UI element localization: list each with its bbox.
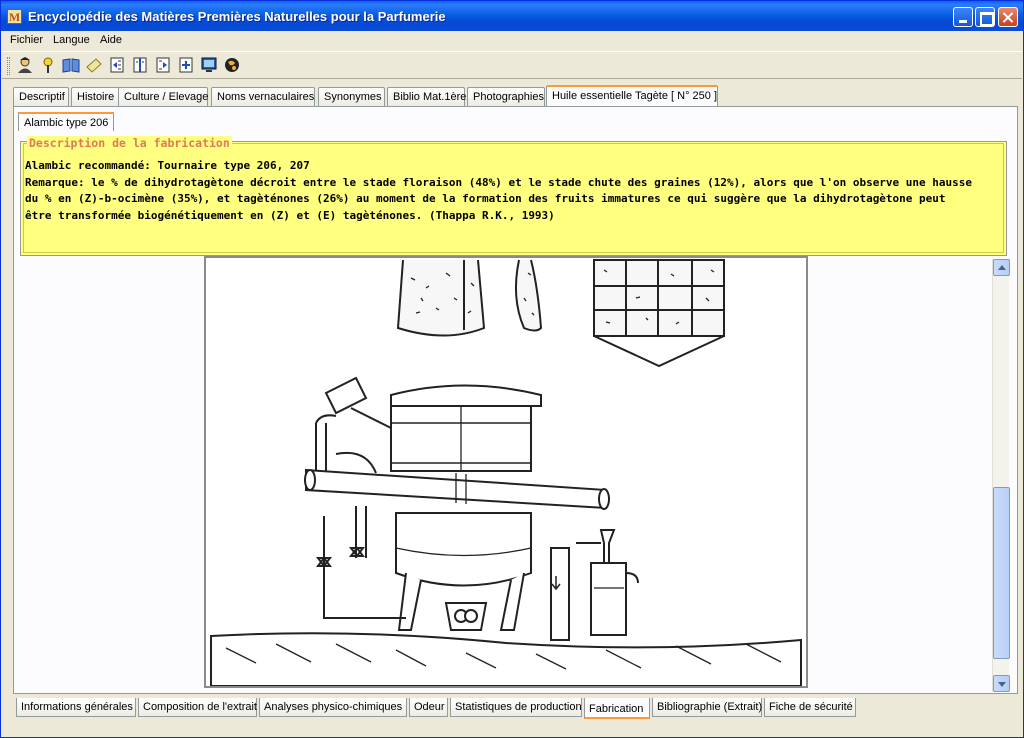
maximize-button[interactable] — [975, 7, 995, 27]
tab-descriptif[interactable]: Descriptif — [13, 87, 69, 106]
tab-bibliographie-extrait[interactable]: Bibliographie (Extrait) — [652, 698, 762, 717]
menu-aide[interactable]: Aide — [100, 34, 122, 46]
vertical-scrollbar[interactable] — [992, 259, 1010, 692]
menu-fichier[interactable]: Fichier — [10, 34, 43, 46]
tab-huile-essentielle[interactable]: Huile essentielle Tagète [ N° 250 ] — [546, 85, 718, 106]
pin-icon[interactable] — [39, 56, 57, 74]
scroll-thumb[interactable] — [993, 487, 1010, 659]
tab-biblio-mat[interactable]: Biblio Mat.1ère — [387, 87, 466, 106]
alembic-drawing — [210, 259, 802, 686]
close-button[interactable] — [998, 7, 1018, 27]
toolbar-grip[interactable] — [7, 57, 10, 75]
user-icon[interactable] — [16, 56, 34, 74]
description-line: être transformée biogénétiquement en (Z)… — [25, 208, 555, 222]
tab-composition-extrait[interactable]: Composition de l'extrait — [138, 698, 257, 717]
minimize-button[interactable] — [953, 7, 973, 27]
page-add-icon[interactable] — [177, 56, 195, 74]
app-window: M Encyclopédie des Matières Premières Na… — [0, 0, 1024, 738]
monitor-icon[interactable] — [200, 56, 218, 74]
description-line: du % en (Z)-b-ocimène (35%), et tagèténo… — [25, 192, 946, 205]
page-prev-icon[interactable] — [108, 56, 126, 74]
tab-alambic-type[interactable]: Alambic type 206 — [18, 112, 115, 131]
app-icon[interactable]: M — [7, 9, 22, 24]
status-bar — [2, 723, 1022, 737]
description-line: Alambic recommandé: Tournaire type 206, … — [25, 159, 310, 172]
tab-synonymes[interactable]: Synonymes — [318, 87, 385, 106]
scroll-down-icon[interactable] — [993, 675, 1010, 692]
tab-fabrication[interactable]: Fabrication — [584, 698, 650, 719]
tab-noms-vernaculaires[interactable]: Noms vernaculaires — [211, 87, 315, 106]
page-split-icon[interactable] — [131, 56, 149, 74]
globe-icon[interactable] — [223, 56, 241, 74]
tab-informations-generales[interactable]: Informations générales — [16, 698, 136, 717]
tab-photographies[interactable]: Photographies — [467, 87, 545, 106]
tab-culture-elevage[interactable]: Culture / Elevage — [118, 87, 208, 106]
title-bar[interactable]: M Encyclopédie des Matières Premières Na… — [1, 1, 1023, 31]
description-text: Alambic recommandé: Tournaire type 206, … — [25, 158, 1001, 224]
tab-analyses-physico-chimiques[interactable]: Analyses physico-chimiques — [259, 698, 407, 717]
scroll-up-icon[interactable] — [993, 259, 1010, 276]
toolbar — [2, 51, 1022, 79]
tab-statistiques-production[interactable]: Statistiques de production — [450, 698, 582, 717]
note-icon[interactable] — [85, 56, 103, 74]
book-icon[interactable] — [62, 56, 80, 74]
tab-fiche-securite[interactable]: Fiche de sécurité — [764, 698, 856, 717]
description-panel: Description de la fabrication Alambic re… — [20, 136, 1007, 256]
window-title: Encyclopédie des Matières Premières Natu… — [28, 9, 446, 24]
description-legend: Description de la fabrication — [27, 136, 232, 150]
still-drawing-image — [204, 256, 808, 688]
description-line: Remarque: le % de dihydrotagètone décroi… — [25, 175, 973, 189]
page-next-icon[interactable] — [154, 56, 172, 74]
menu-langue[interactable]: Langue — [53, 34, 90, 46]
tab-odeur[interactable]: Odeur — [409, 698, 448, 717]
menu-bar: Fichier Langue Aide — [2, 31, 1022, 50]
